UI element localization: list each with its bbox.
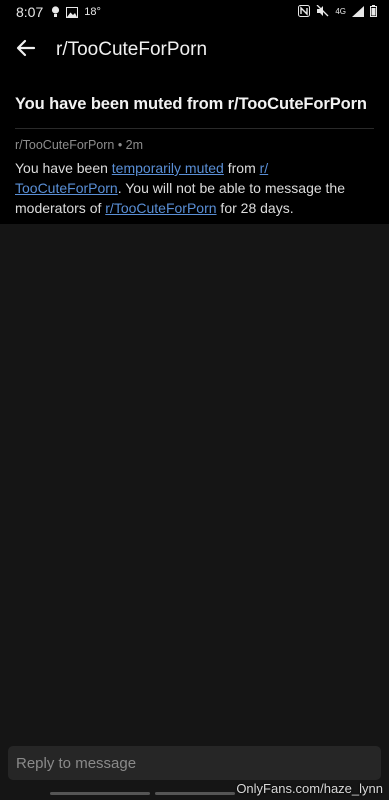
body-text-2: from: [223, 160, 260, 176]
back-button[interactable]: [0, 24, 52, 76]
mute-icon: [316, 4, 329, 20]
nav-handle-left: [50, 792, 150, 795]
app-bar: r/TooCuteForPorn: [0, 24, 389, 76]
nav-handle-home[interactable]: [155, 792, 235, 795]
subreddit-link-2[interactable]: r/TooCuteForPorn: [105, 200, 216, 216]
divider: [15, 128, 374, 129]
4g-icon: 4G: [335, 7, 346, 16]
page-title: r/TooCuteForPorn: [56, 39, 208, 60]
status-bar: 8:07 18° 4G: [0, 0, 389, 24]
status-right-icons: 4G: [298, 4, 377, 20]
message-meta: r/TooCuteForPorn • 2m: [15, 138, 144, 152]
body-text-4: for 28 days.: [216, 200, 294, 216]
signal-icon: [352, 5, 364, 20]
body-text-1: You have been: [15, 160, 112, 176]
status-temperature: 18°: [84, 6, 101, 18]
status-time: 8:07: [16, 4, 44, 20]
reply-input[interactable]: [16, 746, 381, 780]
image-icon: [66, 6, 79, 18]
temporarily-muted-link[interactable]: temporarily muted: [112, 160, 224, 176]
battery-icon: [370, 4, 377, 20]
arrow-left-icon: [16, 38, 36, 63]
nfc-icon: [298, 4, 311, 20]
lightbulb-icon: [51, 6, 60, 18]
message-body: You have been temporarily muted from r/ …: [15, 158, 374, 218]
watermark-text: OnlyFans.com/haze_lynn: [236, 781, 383, 796]
message-card: You have been muted from r/TooCuteForPor…: [0, 76, 389, 224]
reply-bar: [8, 746, 381, 780]
message-subject: You have been muted from r/TooCuteForPor…: [15, 95, 367, 113]
